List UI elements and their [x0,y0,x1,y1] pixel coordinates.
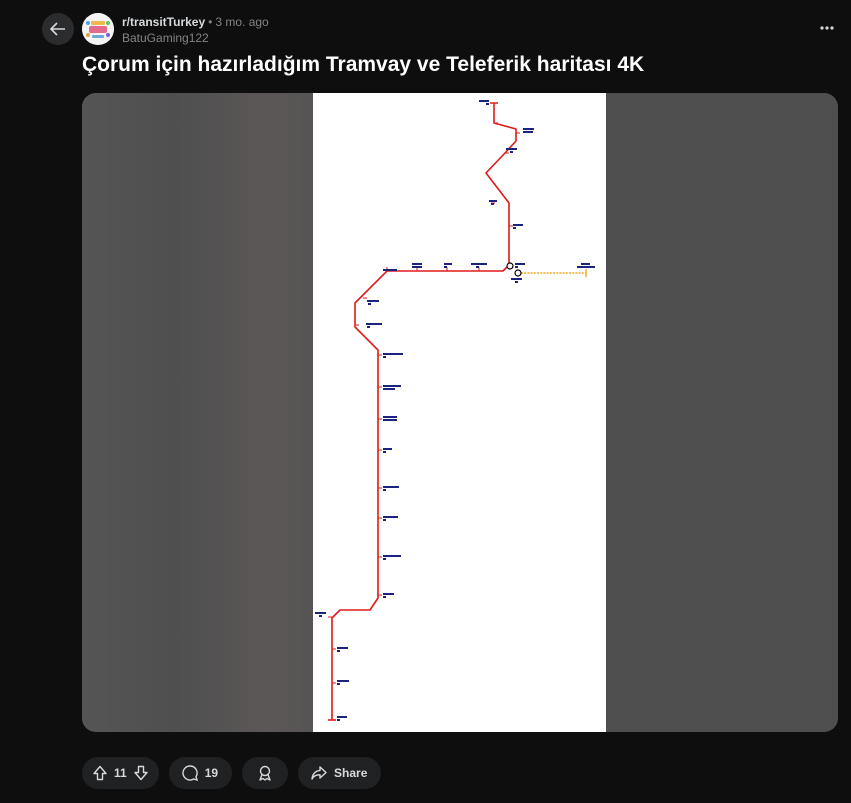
back-button[interactable] [42,13,74,45]
award-button[interactable] [242,757,289,789]
vote-group: 11 [82,757,159,789]
upvote-icon[interactable] [92,765,108,781]
comment-count: 19 [204,766,219,780]
share-button[interactable]: Share [298,757,382,789]
meta-separator: • [208,15,213,29]
post-author[interactable]: BatuGaming122 [122,30,269,46]
subreddit-avatar-icon [82,13,114,45]
share-icon [311,766,327,780]
downvote-icon[interactable] [133,765,149,781]
media-blur-left [82,93,313,732]
media-blur-right [606,93,838,732]
comments-button[interactable]: 19 [168,757,233,789]
post-actions: 11 19 Share [82,757,382,789]
more-icon [820,26,834,30]
subreddit-avatar[interactable] [82,13,114,45]
comment-icon [181,765,198,782]
upvote-count: 11 [114,766,127,780]
post-meta: r/transitTurkey • 3 mo. ago BatuGaming122 [122,14,269,46]
subreddit-name[interactable]: r/transitTurkey [122,15,205,29]
post-time: 3 mo. ago [215,15,269,29]
share-label: Share [334,766,368,780]
interchange-station [506,262,514,270]
award-icon [259,765,271,781]
transit-map-image [313,93,606,732]
post-media[interactable] [82,93,838,732]
back-arrow-icon [49,22,65,36]
transit-map-graphic [315,100,595,721]
tram-line [331,103,517,720]
more-options-button[interactable] [815,18,839,38]
post-title[interactable]: Çorum için hazırladığım Tramvay ve Telef… [82,53,644,77]
